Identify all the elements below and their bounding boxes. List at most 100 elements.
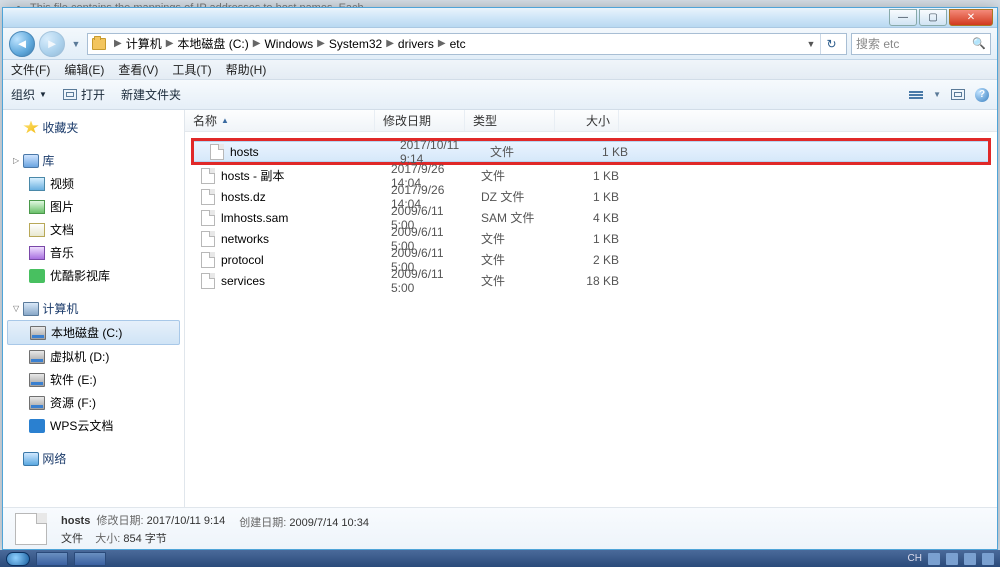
menu-view[interactable]: 查看(V) xyxy=(118,61,158,78)
search-input[interactable]: 搜索 etc 🔍 xyxy=(851,33,991,55)
view-options-icon[interactable] xyxy=(909,91,923,99)
star-icon xyxy=(23,121,39,135)
music-icon xyxy=(29,246,45,260)
tray-icon[interactable] xyxy=(946,553,958,565)
file-icon xyxy=(210,144,224,160)
chevron-right-icon[interactable]: ▶ xyxy=(438,38,446,49)
chevron-right-icon[interactable]: ▶ xyxy=(253,38,261,49)
sidebar-item-pictures[interactable]: 图片 xyxy=(3,195,184,218)
documents-icon xyxy=(29,223,45,237)
file-icon xyxy=(201,189,215,205)
menu-tools[interactable]: 工具(T) xyxy=(172,61,211,78)
file-icon xyxy=(201,273,215,289)
col-date[interactable]: 修改日期 xyxy=(375,110,465,131)
file-icon xyxy=(201,231,215,247)
help-icon[interactable]: ? xyxy=(975,88,989,102)
forward-button[interactable]: ► xyxy=(39,31,65,57)
highlight-annotation: hosts2017/10/11 9:14文件1 KB xyxy=(191,138,991,165)
sidebar-libraries[interactable]: ▷ 库 xyxy=(3,149,184,172)
menu-edit[interactable]: 编辑(E) xyxy=(64,61,104,78)
titlebar[interactable]: — ▢ ✕ xyxy=(3,8,997,28)
col-size[interactable]: 大小 xyxy=(555,110,619,131)
sidebar-item-youku[interactable]: 优酷影视库 xyxy=(3,264,184,287)
chevron-right-icon[interactable]: ▶ xyxy=(386,38,394,49)
crumb[interactable]: 本地磁盘 (C:) xyxy=(177,35,248,52)
start-button[interactable] xyxy=(6,552,30,566)
file-row[interactable]: protocol2009/6/11 5:00文件2 KB xyxy=(185,249,997,270)
sidebar: 收藏夹 ▷ 库 视频 图片 文档 音乐 优酷影视库 ▽ 计算机 xyxy=(3,110,185,507)
maximize-button[interactable]: ▢ xyxy=(919,9,947,26)
sidebar-item-drive-f[interactable]: 资源 (F:) xyxy=(3,391,184,414)
explorer-window: — ▢ ✕ ◄ ► ▼ ▶ 计算机 ▶ 本地磁盘 (C:) ▶ Windows … xyxy=(2,7,998,550)
nav-row: ◄ ► ▼ ▶ 计算机 ▶ 本地磁盘 (C:) ▶ Windows ▶ Syst… xyxy=(3,28,997,60)
details-filetype: 文件 xyxy=(61,533,83,545)
file-list[interactable]: hosts2017/10/11 9:14文件1 KB hosts - 副本2017… xyxy=(185,132,997,507)
file-row[interactable]: services2009/6/11 5:00文件18 KB xyxy=(185,270,997,291)
taskbar-app[interactable] xyxy=(36,552,68,566)
disk-icon xyxy=(29,373,45,387)
toolbar: 组织▼ 打开 新建文件夹 ▼ ? xyxy=(3,80,997,110)
tray-icon[interactable] xyxy=(964,553,976,565)
col-name[interactable]: 名称▲ xyxy=(185,110,375,131)
open-icon xyxy=(63,89,77,100)
sidebar-item-video[interactable]: 视频 xyxy=(3,172,184,195)
file-row[interactable]: lmhosts.sam2009/6/11 5:00SAM 文件4 KB xyxy=(185,207,997,228)
history-chevron-icon[interactable]: ▼ xyxy=(69,31,83,57)
disk-icon xyxy=(30,326,46,340)
view-chevron-icon[interactable]: ▼ xyxy=(933,90,941,99)
preview-pane-icon[interactable] xyxy=(951,89,965,100)
new-folder-button[interactable]: 新建文件夹 xyxy=(121,86,181,103)
collapse-icon: ▷ xyxy=(13,156,23,165)
file-icon xyxy=(201,210,215,226)
taskbar-app[interactable] xyxy=(74,552,106,566)
file-row[interactable]: hosts - 副本2017/9/26 14:04文件1 KB xyxy=(185,165,997,186)
chevron-right-icon[interactable]: ▶ xyxy=(317,38,325,49)
address-bar[interactable]: ▶ 计算机 ▶ 本地磁盘 (C:) ▶ Windows ▶ System32 ▶… xyxy=(87,33,847,55)
crumb[interactable]: drivers xyxy=(398,37,434,51)
tray-icon[interactable] xyxy=(928,553,940,565)
back-button[interactable]: ◄ xyxy=(9,31,35,57)
disk-icon xyxy=(29,396,45,410)
refresh-icon[interactable]: ↻ xyxy=(820,34,842,54)
sidebar-network[interactable]: 网络 xyxy=(3,447,184,470)
youku-icon xyxy=(29,269,45,283)
sidebar-item-drive-c[interactable]: 本地磁盘 (C:) xyxy=(7,320,180,345)
sidebar-item-wps[interactable]: WPS云文档 xyxy=(3,414,184,437)
chevron-right-icon[interactable]: ▶ xyxy=(166,38,174,49)
menu-file[interactable]: 文件(F) xyxy=(11,61,50,78)
organize-button[interactable]: 组织▼ xyxy=(11,86,47,103)
file-row[interactable]: networks2009/6/11 5:00文件1 KB xyxy=(185,228,997,249)
system-tray[interactable]: CH xyxy=(908,553,994,565)
library-icon xyxy=(23,154,39,168)
crumb[interactable]: etc xyxy=(450,37,466,51)
file-icon xyxy=(201,168,215,184)
open-button[interactable]: 打开 xyxy=(63,86,105,103)
minimize-button[interactable]: — xyxy=(889,9,917,26)
computer-icon xyxy=(23,302,39,316)
file-icon xyxy=(201,252,215,268)
sidebar-item-drive-d[interactable]: 虚拟机 (D:) xyxy=(3,345,184,368)
sidebar-favorites[interactable]: 收藏夹 xyxy=(3,116,184,139)
video-icon xyxy=(29,177,45,191)
col-type[interactable]: 类型 xyxy=(465,110,555,131)
file-list-pane: 名称▲ 修改日期 类型 大小 hosts2017/10/11 9:14文件1 K… xyxy=(185,110,997,507)
crumb[interactable]: 计算机 xyxy=(126,35,162,52)
search-placeholder: 搜索 etc xyxy=(856,35,899,52)
ime-indicator[interactable]: CH xyxy=(908,553,922,564)
crumb[interactable]: System32 xyxy=(329,37,382,51)
sidebar-item-music[interactable]: 音乐 xyxy=(3,241,184,264)
details-filename: hosts xyxy=(61,515,90,527)
address-dropdown-icon[interactable]: ▼ xyxy=(802,34,820,54)
menu-help[interactable]: 帮助(H) xyxy=(226,61,267,78)
chevron-right-icon[interactable]: ▶ xyxy=(114,38,122,49)
sidebar-item-drive-e[interactable]: 软件 (E:) xyxy=(3,368,184,391)
sidebar-item-documents[interactable]: 文档 xyxy=(3,218,184,241)
file-row[interactable]: hosts.dz2017/9/26 14:04DZ 文件1 KB xyxy=(185,186,997,207)
file-row[interactable]: hosts2017/10/11 9:14文件1 KB xyxy=(194,141,988,162)
sidebar-computer[interactable]: ▽ 计算机 xyxy=(3,297,184,320)
menubar: 文件(F) 编辑(E) 查看(V) 工具(T) 帮助(H) xyxy=(3,60,997,80)
taskbar[interactable]: CH xyxy=(0,550,1000,567)
crumb[interactable]: Windows xyxy=(264,37,313,51)
tray-icon[interactable] xyxy=(982,553,994,565)
close-button[interactable]: ✕ xyxy=(949,9,993,26)
